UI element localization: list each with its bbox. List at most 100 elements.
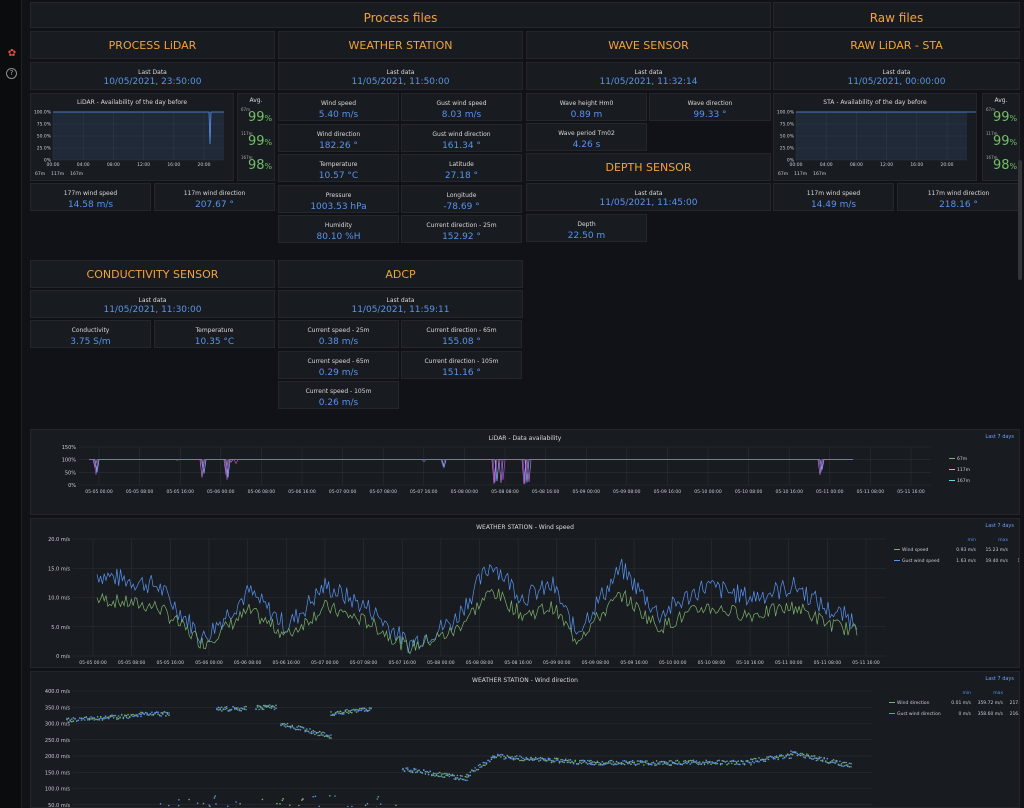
x-tick-label: 05-08 00:00: [427, 660, 455, 666]
legend-header-min[interactable]: min: [963, 690, 972, 696]
weather-wind-speed-value: 5.40 m/s: [318, 110, 359, 120]
wind-speed-chart[interactable]: WEATHER STATION - Wind speed Last 7 days 2…: [30, 518, 1020, 668]
weather-temperature[interactable]: Temperature 10.57 °C: [278, 154, 399, 182]
adcp-current-direction-65m-label: Current direction - 65m: [426, 327, 497, 334]
adcp-current-speed-25m[interactable]: Current speed - 25m 0.38 m/s: [278, 320, 399, 348]
y-tick-label: 25.0%: [37, 146, 52, 152]
raw-lidar-last-data[interactable]: Last data 11/05/2021, 00:00:00: [773, 62, 1020, 90]
wave-last-data[interactable]: Last data 11/05/2021, 11:32:14: [526, 62, 771, 90]
wind-direction-chart[interactable]: WEATHER STATION - Wind direction Last 7 d…: [30, 671, 1020, 808]
legend-series-name[interactable]: Wind speed: [902, 547, 928, 553]
legend-max-value: 358.60 m/s: [978, 711, 1004, 717]
raw-lidar-wind-direction[interactable]: 117m wind direction 218.16 °: [897, 183, 1020, 211]
wave-last-data-label: Last data: [634, 69, 663, 76]
x-tick-label: 05-08 16:00: [504, 660, 532, 666]
lidar-wind-speed[interactable]: 177m wind speed 14.58 m/s: [30, 183, 151, 211]
legend-item[interactable]: 117m: [51, 172, 64, 177]
legend-item[interactable]: 117m: [794, 172, 807, 177]
help-icon[interactable]: ?: [6, 68, 17, 79]
weather-pressure-value: 1003.53 hPa: [310, 201, 367, 212]
x-tick-label: 05-10 00:00: [694, 489, 722, 495]
wave-period-label: Wave period Tm02: [558, 130, 615, 137]
x-tick-label: 12:00: [137, 162, 150, 168]
weather-latitude[interactable]: Latitude 27.18 °: [401, 154, 522, 182]
adcp-current-speed-105m-label: Current speed - 105m: [305, 388, 372, 395]
scrollbar[interactable]: [1018, 160, 1022, 280]
legend-item[interactable]: 167m: [70, 172, 83, 177]
x-tick-label: 05-09 08:00: [582, 660, 610, 666]
process-lidar-avg-label: Avg.: [249, 97, 263, 104]
wind-direction-chart-svg: 400.0 m/s 350.0 m/s 300.0 m/s 250.0 m/s 200.…: [45, 689, 1019, 807]
conductivity-value[interactable]: Conductivity 3.75 S/m: [30, 320, 151, 348]
weather-current-direction-25m[interactable]: Current direction - 25m 152.92 °: [401, 215, 522, 243]
process-lidar-last-data[interactable]: Last Data 10/05/2021, 23:50:00: [30, 62, 275, 90]
depth-value-panel[interactable]: Depth 22.50 m: [526, 214, 647, 242]
weather-pressure[interactable]: Pressure 1003.53 hPa: [278, 184, 399, 213]
chart-legend: 67m 117m 167m: [35, 172, 89, 177]
y-tick-label: 75.0%: [37, 122, 52, 128]
x-tick-label: 05-11 08:00: [814, 660, 842, 666]
weather-gust-wind-speed-value: 8.03 m/s: [441, 110, 482, 120]
wind-speed-chart-svg: 20.0 m/s 15.0 m/s 10.0 m/s 5.0 m/s 0 m/s 05-0…: [48, 537, 1019, 666]
gauge-value: 98%: [993, 158, 1018, 173]
x-tick-label: 05-08 08:00: [466, 660, 494, 666]
x-tick-label: 04:00: [77, 162, 90, 168]
y-tick-label: 0 m/s: [56, 654, 70, 660]
adcp-header: ADCP: [278, 260, 523, 288]
legend-header-max[interactable]: max: [993, 691, 1003, 696]
x-tick-label: 05-05 00:00: [85, 489, 113, 495]
x-tick-label: 20:00: [941, 162, 954, 168]
y-tick-label: 0%: [68, 483, 76, 489]
wave-direction[interactable]: Wave direction 99.33 °: [649, 93, 771, 121]
weather-gust-wind-speed[interactable]: Gust wind speed 8.03 m/s: [401, 93, 522, 121]
legend-series-name[interactable]: 167m: [957, 478, 970, 484]
adcp-current-direction-105m[interactable]: Current direction - 105m 151.16 °: [401, 350, 522, 379]
legend-series-name[interactable]: 117m: [957, 467, 970, 473]
adcp-current-speed-105m[interactable]: Current speed - 105m 0.26 m/s: [278, 381, 399, 409]
section-process-files-text: Process files: [363, 11, 438, 25]
legend-item[interactable]: 67m: [35, 172, 45, 177]
adcp-last-data[interactable]: Last data 11/05/2021, 11:59:11: [278, 290, 523, 318]
x-tick-label: 20:00: [198, 162, 211, 168]
conductivity-last-data[interactable]: Last data 11/05/2021, 11:30:00: [30, 290, 275, 318]
weather-gust-wind-speed-label: Gust wind speed: [436, 100, 487, 107]
lidar-availability-chart[interactable]: LiDAR - Data availability Last 7 days 150%…: [30, 429, 1020, 515]
raw-lidar-last-data-value: 11/05/2021, 00:00:00: [847, 77, 946, 87]
legend-item[interactable]: 67m: [778, 172, 788, 177]
adcp-current-speed-65m[interactable]: Current speed - 65m 0.29 m/s: [278, 350, 399, 379]
weather-humidity[interactable]: Humidity 80.10 %H: [278, 215, 399, 243]
grafana-logo-icon[interactable]: ✿: [6, 48, 18, 60]
lidar-wind-speed-label: 177m wind speed: [63, 190, 118, 197]
adcp-current-direction-65m[interactable]: Current direction - 65m 155.08 °: [401, 320, 522, 348]
gauge-value: 99%: [993, 134, 1018, 149]
wave-last-data-value: 11/05/2021, 11:32:14: [599, 77, 698, 87]
wave-period[interactable]: Wave period Tm02 4.26 s: [526, 123, 647, 151]
raw-lidar-wind-speed[interactable]: 117m wind speed 14.49 m/s: [773, 183, 894, 211]
legend-series-name[interactable]: Gust wind speed: [902, 558, 940, 564]
x-tick-label: 05-11 16:00: [852, 660, 880, 666]
conductivity-temperature[interactable]: Temperature 10.35 °C: [154, 320, 275, 348]
y-tick-label: 50.0%: [37, 134, 52, 140]
wave-height[interactable]: Wave height Hm0 0.89 m: [526, 93, 647, 121]
weather-wind-speed[interactable]: Wind speed 5.40 m/s: [278, 93, 399, 121]
weather-longitude[interactable]: Longitude -78.69 °: [401, 184, 522, 213]
process-lidar-availability-chart[interactable]: LiDAR - Availability of the day before 10…: [30, 93, 234, 181]
x-tick-label: 05-09 16:00: [654, 489, 682, 495]
legend-header-max[interactable]: max: [998, 538, 1008, 543]
weather-wind-direction[interactable]: Wind direction 182.26 °: [278, 123, 399, 152]
legend-header-min[interactable]: min: [968, 537, 977, 543]
legend-series-name[interactable]: Gust wind direction: [897, 711, 941, 717]
weather-last-data[interactable]: Last data 11/05/2021, 11:50:00: [278, 62, 523, 90]
gauge-value: 99%: [993, 110, 1018, 125]
depth-last-data-value: 11/05/2021, 11:45:00: [599, 198, 698, 208]
wave-height-value: 0.89 m: [570, 110, 603, 120]
legend-item[interactable]: 167m: [813, 172, 826, 177]
legend-series-name[interactable]: 67m: [957, 456, 967, 462]
adcp-current-speed-105m-value: 0.26 m/s: [318, 398, 359, 408]
depth-last-data[interactable]: Last data 11/05/2021, 11:45:00: [526, 183, 771, 211]
raw-lidar-availability-chart[interactable]: STA - Availability of the day before 100.…: [773, 93, 977, 181]
lidar-wind-direction[interactable]: 117m wind direction 207.67 °: [154, 183, 275, 211]
legend-series-name[interactable]: Wind direction: [897, 700, 930, 706]
weather-gust-wind-direction[interactable]: Gust wind direction 161.34 °: [401, 123, 522, 152]
x-tick-label: 05-09 00:00: [572, 489, 600, 495]
